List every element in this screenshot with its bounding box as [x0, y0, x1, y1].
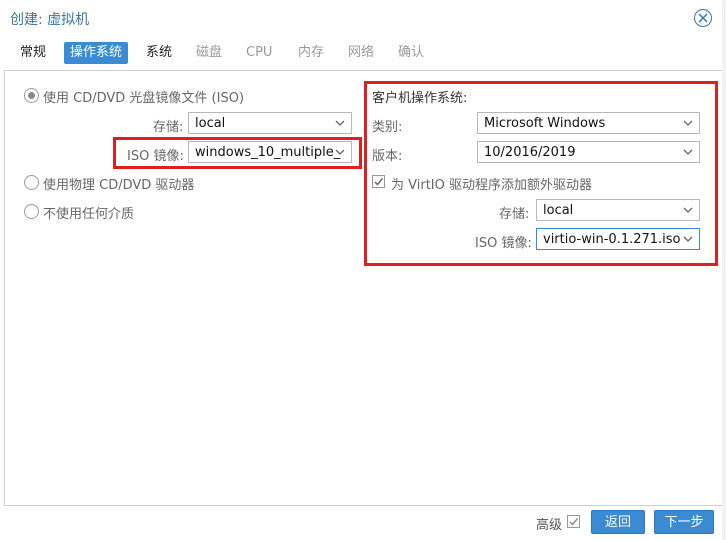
advanced-label: 高级 — [536, 518, 563, 533]
tab-disks[interactable]: 磁盘 — [190, 42, 228, 64]
radio-use-iso-label: 使用 CD/DVD 光盘镜像文件 (ISO) — [43, 91, 245, 106]
radio-physical-drive[interactable] — [24, 175, 39, 190]
dialog-title: 创建: 虚拟机 — [10, 12, 90, 28]
advanced-checkbox[interactable] — [567, 515, 580, 528]
storage-value: local — [195, 116, 226, 131]
dialog-footer: 高级 返回 下一步 — [0, 504, 726, 540]
radio-physical-drive-label: 使用物理 CD/DVD 驱动器 — [43, 178, 195, 193]
highlight-box-iso — [113, 137, 362, 169]
tab-os[interactable]: 操作系统 — [64, 42, 129, 64]
tab-network[interactable]: 网络 — [342, 42, 380, 64]
radio-no-media-label: 不使用任何介质 — [43, 207, 135, 222]
tab-confirm[interactable]: 确认 — [392, 42, 430, 64]
create-vm-dialog: 创建: 虚拟机 常规 操作系统 系统 磁盘 CPU 内存 网络 确认 使用 CD… — [0, 0, 726, 540]
tab-general[interactable]: 常规 — [14, 42, 52, 64]
chevron-down-icon[interactable] — [335, 119, 345, 127]
storage-label: 存储: — [153, 120, 184, 135]
radio-use-iso[interactable] — [24, 88, 39, 103]
tab-system[interactable]: 系统 — [140, 42, 178, 64]
radio-no-media[interactable] — [24, 204, 39, 219]
highlight-box-guest-os — [364, 81, 718, 266]
back-button[interactable]: 返回 — [591, 510, 645, 534]
tab-cpu[interactable]: CPU — [240, 42, 278, 64]
tab-bar: 常规 操作系统 系统 磁盘 CPU 内存 网络 确认 — [0, 38, 726, 70]
dialog-titlebar: 创建: 虚拟机 — [0, 0, 726, 38]
tab-memory[interactable]: 内存 — [292, 42, 330, 64]
close-icon[interactable] — [694, 9, 712, 27]
window-edge — [722, 0, 726, 540]
storage-select[interactable]: local — [188, 112, 352, 134]
next-button[interactable]: 下一步 — [654, 510, 714, 534]
